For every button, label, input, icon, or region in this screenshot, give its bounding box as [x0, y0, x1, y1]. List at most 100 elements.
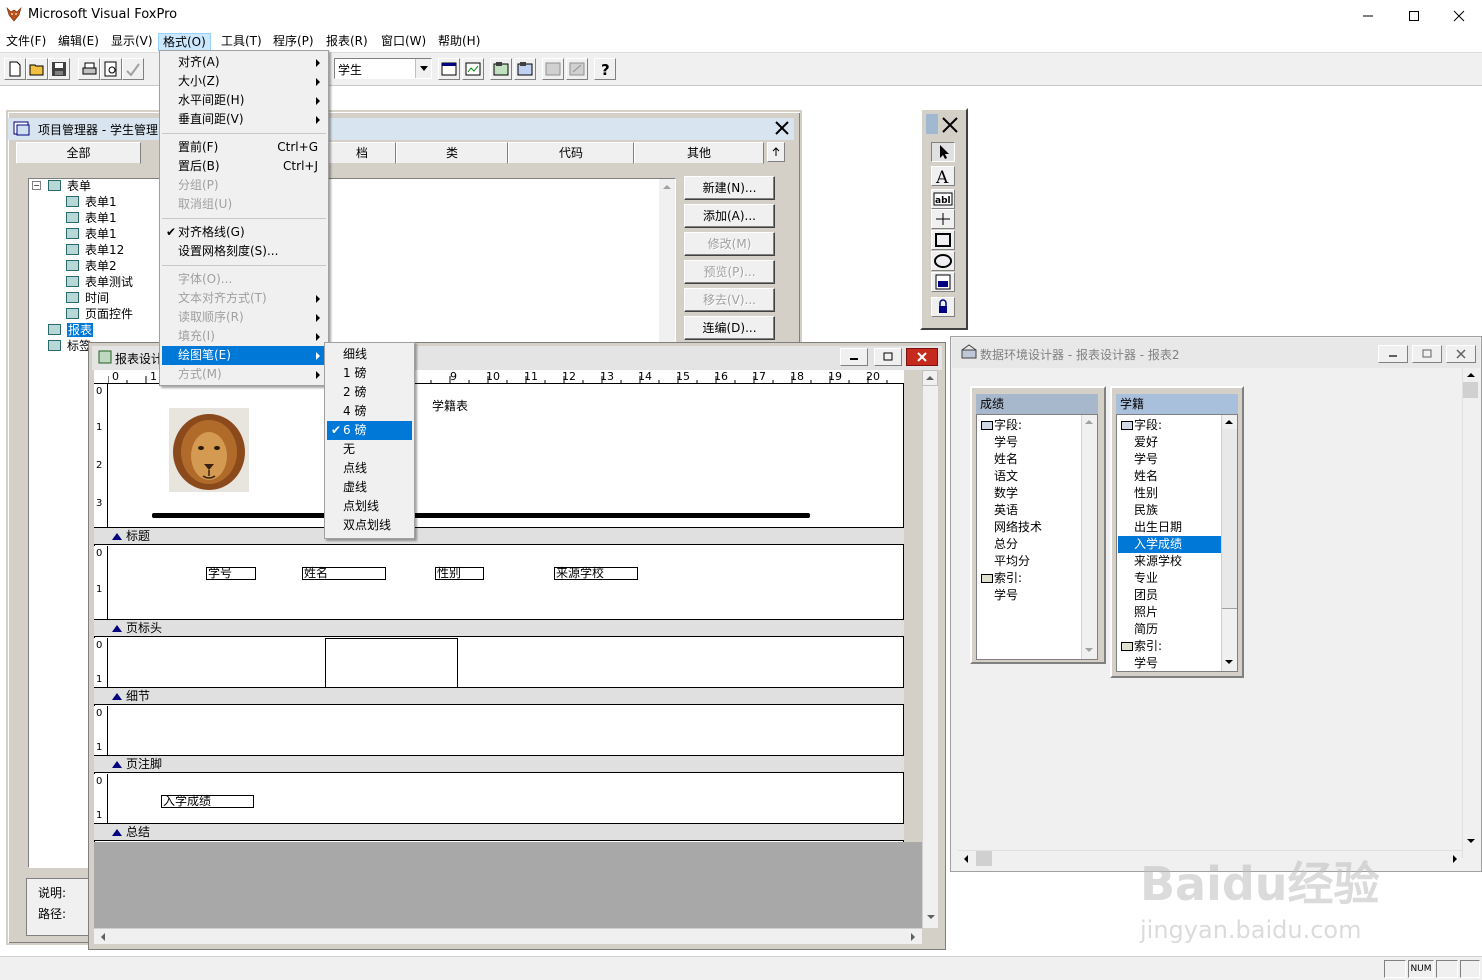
data-session-button[interactable]: [566, 58, 588, 80]
band-page-header[interactable]: 页标头: [94, 619, 904, 637]
menu-vertical-spacing[interactable]: 垂直间距(V): [162, 110, 326, 129]
select-tool-button[interactable]: [931, 142, 955, 162]
menu-file[interactable]: 文件(F): [2, 33, 50, 51]
pen-dash-dot[interactable]: 点划线: [327, 497, 412, 516]
list-item[interactable]: 学号: [1134, 655, 1158, 672]
new-button[interactable]: 新建(N)...: [684, 176, 775, 200]
tab-classes[interactable]: 类: [396, 142, 508, 164]
build-button[interactable]: 连编(D)...: [684, 316, 775, 340]
tree-item[interactable]: 时间: [66, 290, 109, 306]
list-item[interactable]: 英语: [994, 502, 1018, 519]
menu-font[interactable]: 字体(O)...: [162, 270, 326, 289]
field-list[interactable]: 字段: 爱好 学号 姓名 性别 民族 出生日期 入学成绩 来源学校 专业 团员 …: [1116, 414, 1238, 672]
menu-set-grid-scale[interactable]: 设置网格刻度(S)...: [162, 242, 326, 261]
table-header[interactable]: 成绩: [976, 394, 1098, 414]
band-page-footer[interactable]: 页注脚: [94, 755, 904, 773]
menu-edit[interactable]: 编辑(E): [54, 33, 103, 51]
tab-code[interactable]: 代码: [508, 142, 634, 164]
menu-size[interactable]: 大小(Z): [162, 72, 326, 91]
menu-tools[interactable]: 工具(T): [217, 33, 266, 51]
list-item[interactable]: 民族: [1134, 502, 1158, 519]
field-entrance-score[interactable]: 入学成绩: [161, 795, 254, 808]
maximize-button[interactable]: [1391, 0, 1437, 31]
pen-dotted[interactable]: 点线: [327, 459, 412, 478]
line-tool-button[interactable]: [931, 209, 955, 229]
list-item[interactable]: 平均分: [994, 553, 1030, 570]
tree-item[interactable]: 表单2: [66, 258, 117, 274]
help-button[interactable]: ?: [594, 58, 616, 80]
field-tool-button[interactable]: abl: [931, 189, 955, 209]
database-combo[interactable]: 学生: [334, 58, 432, 79]
picture-tool-button[interactable]: [931, 272, 955, 292]
list-item[interactable]: 来源学校: [1134, 553, 1182, 570]
menu-pen[interactable]: 绘图笔(E): [162, 346, 326, 365]
tree-item-labels[interactable]: 标签: [48, 338, 91, 354]
pen-dashed[interactable]: 虚线: [327, 478, 412, 497]
rd-restore-button[interactable]: [874, 348, 902, 366]
rd-scroll-up[interactable]: [922, 370, 938, 386]
list-item[interactable]: 姓名: [1134, 468, 1158, 485]
label-tool-button[interactable]: A: [931, 166, 955, 188]
list-item[interactable]: 爱好: [1134, 434, 1158, 451]
list-item[interactable]: 学号: [1134, 451, 1158, 468]
tree-item[interactable]: 表单12: [66, 242, 124, 258]
list-item[interactable]: 学号: [994, 587, 1018, 604]
menu-window[interactable]: 窗口(W): [377, 33, 430, 51]
thick-line[interactable]: [152, 513, 810, 518]
rd-close-button[interactable]: [906, 348, 938, 366]
menu-text-alignment[interactable]: 文本对齐方式(T): [162, 289, 326, 308]
menu-align[interactable]: 对齐(A): [162, 53, 326, 72]
add-button[interactable]: 添加(A)...: [684, 204, 775, 228]
tree-item-forms[interactable]: 表单: [48, 178, 91, 194]
tree-item[interactable]: 表单测试: [66, 274, 133, 290]
list-item[interactable]: 总分: [994, 536, 1018, 553]
toolbox-titlebar[interactable]: [926, 114, 938, 134]
tree-item-reports[interactable]: 报表: [48, 322, 94, 338]
menu-format[interactable]: 格式(O): [158, 33, 211, 51]
pen-6pt[interactable]: ✔ 6 磅: [327, 421, 412, 440]
menu-reading-order[interactable]: 读取顺序(R): [162, 308, 326, 327]
scroll-thumb[interactable]: [1463, 382, 1478, 398]
de-restore-button[interactable]: [1412, 345, 1442, 363]
preview-button[interactable]: 预览(P)...: [684, 260, 775, 284]
pen-dash-dot-dot[interactable]: 双点划线: [327, 516, 412, 535]
de-minimize-button[interactable]: [1378, 345, 1408, 363]
tree-item[interactable]: 表单1: [66, 194, 117, 210]
print-preview-button[interactable]: [100, 58, 122, 80]
label-name[interactable]: 姓名: [302, 567, 386, 580]
band-summary[interactable]: 总结: [94, 823, 904, 841]
list-item[interactable]: 姓名: [994, 451, 1018, 468]
autoform-button[interactable]: [490, 58, 512, 80]
command-window-button[interactable]: [542, 58, 564, 80]
label-source-school[interactable]: 来源学校: [554, 567, 638, 580]
pen-4pt[interactable]: 4 磅: [327, 402, 412, 421]
autoreport-button[interactable]: [514, 58, 536, 80]
de-close-button[interactable]: [1446, 345, 1476, 363]
menu-view[interactable]: 显示(V): [107, 33, 157, 51]
report-title-label[interactable]: 学籍表: [432, 397, 468, 414]
menu-help[interactable]: 帮助(H): [434, 33, 484, 51]
toolbox-close-button[interactable]: [938, 114, 962, 136]
scroll-thumb[interactable]: [976, 851, 992, 866]
list-item[interactable]: 数学: [994, 485, 1018, 502]
spell-check-button[interactable]: [122, 58, 144, 80]
minimize-button[interactable]: [1345, 0, 1391, 31]
label-student-id[interactable]: 学号: [206, 567, 256, 580]
table-header[interactable]: 学籍: [1116, 394, 1238, 414]
list-item[interactable]: 出生日期: [1134, 519, 1182, 536]
rd-horizontal-scrollbar[interactable]: [94, 928, 922, 944]
tab-documents[interactable]: 档: [328, 142, 396, 164]
tree-collapse-toggle[interactable]: −: [32, 181, 41, 190]
menu-fill[interactable]: 填充(I): [162, 327, 326, 346]
list-item[interactable]: 学号: [994, 434, 1018, 451]
list-item[interactable]: 团员: [1134, 587, 1158, 604]
list-item[interactable]: 照片: [1134, 604, 1158, 621]
field-list-scrollbar[interactable]: [1221, 415, 1237, 671]
scroll-thumb[interactable]: [1222, 429, 1237, 609]
tree-item[interactable]: 表单1: [66, 210, 117, 226]
open-button[interactable]: [26, 58, 48, 80]
tab-other[interactable]: 其他: [634, 142, 764, 164]
collapse-button[interactable]: [767, 142, 785, 162]
form-button[interactable]: [438, 58, 460, 80]
detail-rectangle[interactable]: [325, 638, 458, 688]
